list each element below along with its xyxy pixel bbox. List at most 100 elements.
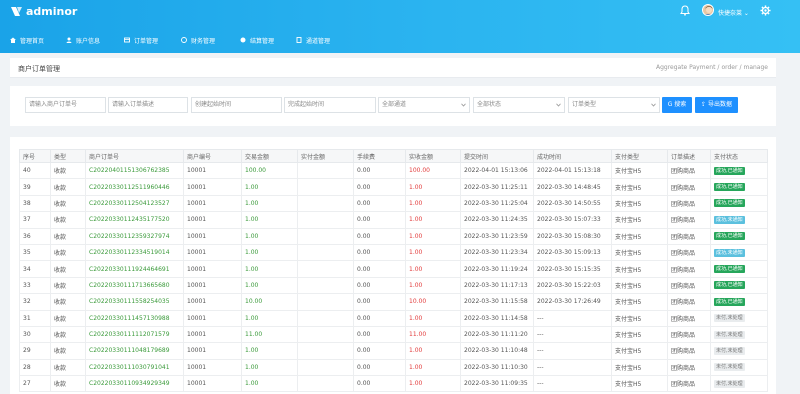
- table-row[interactable]: 40 收款 C20220401151306762385 10001 100.00 0.00…: [19, 161, 768, 180]
- status-badge: 成功,已通知: [714, 183, 745, 192]
- nav-item-orders[interactable]: 订单管理: [124, 33, 158, 47]
- row-order-no: C20220330111713665680: [85, 276, 184, 295]
- top-header: adminor 快捷奈莱 ⌄ 管理首页 账户信息 订单管理 财务管理 结算管理 …: [0, 0, 800, 53]
- start-time-input[interactable]: 创建起始时间: [191, 97, 282, 113]
- column-header[interactable]: 商户订单号: [85, 149, 184, 163]
- table-row[interactable]: 28 收款 C20220330111030791041 10001 1.00 0.00 1.…: [19, 358, 768, 377]
- nav-item-channels[interactable]: 通道管理: [296, 33, 330, 47]
- table-row[interactable]: 30 收款 C20220330111112071579 10001 11.00 0.00 1…: [19, 325, 768, 344]
- row-fee: 0.00: [353, 161, 406, 180]
- row-order-no: C20220330112511960446: [85, 178, 184, 196]
- column-header[interactable]: 支付类型: [611, 149, 668, 163]
- column-header[interactable]: 商户编号: [183, 149, 242, 163]
- table-row[interactable]: 38 收款 C20220330112504123527 10001 1.00 0.00 1.…: [19, 194, 768, 213]
- row-id: 31: [19, 309, 51, 327]
- row-status: 未付,未处理: [710, 309, 768, 327]
- end-time-input[interactable]: 完成起始时间: [284, 97, 376, 113]
- table-row[interactable]: 34 收款 C20220330111924464691 10001 1.00 0.00 1.…: [19, 260, 768, 278]
- nav-item-label: 账户信息: [76, 37, 101, 45]
- row-id: 36: [19, 227, 51, 245]
- table-row[interactable]: 33 收款 C20220330111713665680 10001 1.00 0.00 1.…: [19, 276, 768, 295]
- row-status: 成功,未通知: [710, 243, 768, 262]
- table-row[interactable]: 39 收款 C20220330112511960446 10001 1.00 0.00 1.…: [19, 178, 768, 196]
- nav-item-account[interactable]: 账户信息: [66, 33, 100, 47]
- status-badge: 成功,已通知: [714, 297, 745, 306]
- row-type: 收款: [50, 161, 86, 180]
- status-badge: 成功,已通知: [714, 232, 745, 241]
- row-submit-time: 2022-03-30 11:23:34: [460, 243, 534, 262]
- row-status: 未付,未处理: [710, 342, 768, 360]
- order-type-select[interactable]: 订单类型: [568, 97, 660, 113]
- row-amount: 1.00: [241, 358, 298, 377]
- nav-item-settlement[interactable]: 结算管理: [240, 33, 274, 47]
- nav-item-label: 结算管理: [250, 37, 275, 45]
- avatar[interactable]: [702, 4, 714, 16]
- row-pay-type: 支付宝H5: [611, 194, 668, 213]
- user-menu[interactable]: 快捷奈莱 ⌄: [718, 8, 749, 17]
- order-no-input[interactable]: 请输入商户订单号: [25, 97, 106, 113]
- nav-item-home[interactable]: 管理首页: [10, 33, 44, 47]
- column-header[interactable]: 实收金额: [405, 149, 461, 163]
- table-row[interactable]: 27 收款 C20220330110934929349 10001 1.00 0.00 1.…: [19, 375, 768, 393]
- bell-icon[interactable]: [680, 5, 690, 16]
- export-button[interactable]: ⇪ 导出数据: [695, 97, 738, 113]
- chevron-down-icon: [651, 103, 656, 107]
- breadcrumb-item[interactable]: Aggregate Payment: [656, 64, 715, 71]
- row-desc: 团购商品: [667, 161, 711, 180]
- table-row[interactable]: 37 收款 C20220330112435177520 10001 1.00 0.00 1.…: [19, 211, 768, 229]
- row-received: 10.00: [405, 293, 461, 311]
- app-logo[interactable]: adminor: [10, 4, 77, 18]
- column-header[interactable]: 交易金额: [241, 149, 298, 163]
- row-pay-type: 支付宝H5: [611, 276, 668, 295]
- column-header[interactable]: 订单描述: [667, 149, 711, 163]
- column-header[interactable]: 支付状态: [710, 149, 768, 163]
- row-success-time: ---: [533, 342, 612, 360]
- column-header[interactable]: 序号: [19, 149, 51, 163]
- row-id: 38: [19, 194, 51, 213]
- row-submit-time: 2022-03-30 11:25:04: [460, 194, 534, 213]
- row-id: 30: [19, 325, 51, 344]
- table-row[interactable]: 32 收款 C20220330111558254035 10001 10.00 0.00 1…: [19, 293, 768, 311]
- channel-select[interactable]: 全部通道: [378, 97, 470, 113]
- column-header[interactable]: 实付金额: [297, 149, 354, 163]
- row-amount: 1.00: [241, 227, 298, 245]
- row-type: 收款: [50, 375, 86, 393]
- row-desc: 团购商品: [667, 227, 711, 245]
- chevron-down-icon: [461, 103, 466, 107]
- row-merchant-no: 10001: [183, 309, 242, 327]
- row-fee: 0.00: [353, 293, 406, 311]
- chevron-down-icon: [556, 103, 561, 107]
- row-amount: 1.00: [241, 178, 298, 196]
- status-select[interactable]: 全部状态: [473, 97, 565, 113]
- column-header[interactable]: 类型: [50, 149, 86, 163]
- table-row[interactable]: 35 收款 C20220330112334519014 10001 1.00 0.00 1.…: [19, 243, 768, 262]
- row-submit-time: 2022-04-01 15:13:06: [460, 161, 534, 180]
- table-row[interactable]: 29 收款 C20220330111048179689 10001 1.00 0.00 1.…: [19, 342, 768, 360]
- row-desc: 团购商品: [667, 358, 711, 377]
- row-paid: [297, 375, 354, 393]
- table-row[interactable]: 36 收款 C20220330112359327974 10001 1.00 0.00 1.…: [19, 227, 768, 245]
- row-submit-time: 2022-03-30 11:24:35: [460, 211, 534, 229]
- breadcrumb: Aggregate Payment / order / manage: [655, 64, 768, 71]
- row-submit-time: 2022-03-30 11:25:11: [460, 178, 534, 196]
- column-header[interactable]: 成功时间: [533, 149, 612, 163]
- row-paid: [297, 276, 354, 295]
- row-received: 1.00: [405, 342, 461, 360]
- row-received: 1.00: [405, 178, 461, 196]
- nav-item-finance[interactable]: 财务管理: [181, 33, 215, 47]
- column-header[interactable]: 手续费: [353, 149, 406, 163]
- row-paid: [297, 293, 354, 311]
- row-submit-time: 2022-03-30 11:14:58: [460, 309, 534, 327]
- column-header[interactable]: 提交时间: [460, 149, 534, 163]
- breadcrumb-item[interactable]: order: [721, 64, 737, 71]
- row-amount: 1.00: [241, 342, 298, 360]
- app-name: adminor: [26, 4, 78, 18]
- search-button[interactable]: G 搜索: [662, 97, 692, 113]
- table-row[interactable]: 31 收款 C20220330111457130988 10001 1.00 0.00 1.…: [19, 309, 768, 327]
- row-pay-type: 支付宝H5: [611, 161, 668, 180]
- gear-icon[interactable]: [760, 5, 771, 16]
- row-amount: 1.00: [241, 276, 298, 295]
- order-desc-input[interactable]: 请输入订单描述: [108, 97, 188, 113]
- row-amount: 1.00: [241, 194, 298, 213]
- row-merchant-no: 10001: [183, 358, 242, 377]
